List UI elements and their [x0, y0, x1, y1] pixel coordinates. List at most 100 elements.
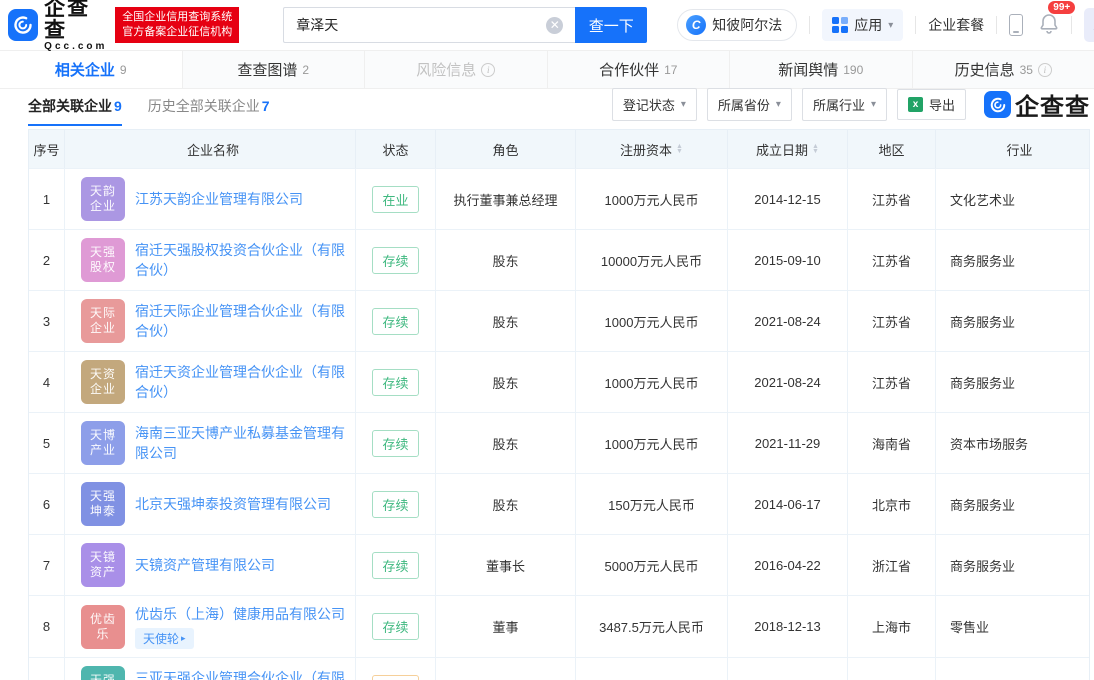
divider: [996, 16, 998, 34]
subtab-history-related[interactable]: 历史全部关联企业 7: [148, 89, 270, 126]
export-button[interactable]: x 导出: [896, 89, 966, 120]
top-header: 企查查 Qcc.com 全国企业信用查询系统 官方备案企业征信机构 ✕ 查一下 …: [0, 0, 1094, 52]
col-header-capital[interactable]: 注册资本 ▲ ▼: [576, 130, 728, 168]
tab-count: 17: [664, 62, 678, 77]
status-badge: 存续: [372, 307, 419, 335]
region-cell: 江苏省: [848, 230, 936, 290]
tab-related-companies[interactable]: 相关企业 9: [0, 51, 183, 88]
qcc-logo[interactable]: 企查查 Qcc.com: [8, 0, 109, 52]
search-box: ✕ 查一下: [283, 7, 648, 43]
tab-label: 合作伙伴: [599, 62, 660, 79]
svip-badge[interactable]: ♛SVIP 会员服务: [1084, 8, 1094, 42]
capital-cell: 1000万元人民币: [576, 352, 728, 412]
mobile-app-icon[interactable]: [1009, 14, 1024, 36]
qcc-watermark-text: 企查查: [1015, 94, 1090, 121]
filter-industry[interactable]: 所属行业 ▾: [801, 88, 887, 121]
clear-icon[interactable]: ✕: [546, 16, 564, 34]
notifications-button[interactable]: 99+: [1039, 0, 1077, 39]
industry-cell: 商务服务业: [950, 558, 1016, 574]
tab-news[interactable]: 新闻舆情 190: [730, 51, 913, 88]
company-cell: 天强企业 三亚天强企业管理合伙企业（有限合伙）: [65, 658, 356, 680]
region-cell: 江苏省: [848, 291, 936, 351]
table-row: 2 天强 股权 宿迁天强股权投资合伙企业（有限合伙） 存续 股东 10000万元人…: [29, 229, 1089, 290]
col-header-date[interactable]: 成立日期 ▲ ▼: [728, 130, 848, 168]
capital-cell: 10000万元人民币: [576, 230, 728, 290]
date-cell: 2014-06-17: [728, 474, 848, 534]
filter-row: 全部关联企业 9 历史全部关联企业 7 登记状态 ▾ 所属省份 ▾ 所属行业 ▾…: [0, 88, 1094, 126]
search-button[interactable]: 查一下: [575, 7, 648, 43]
filter-province[interactable]: 所属省份 ▾: [706, 88, 792, 121]
enterprise-package-link[interactable]: 企业套餐: [928, 15, 984, 35]
tab-count: 2: [302, 62, 310, 77]
company-avatar: 天韵 企业: [81, 177, 125, 221]
main-tabbar: 相关企业 9 查查图谱 2 风险信息 i 合作伙伴 17 新闻舆情 190 历史…: [0, 50, 1094, 89]
sort-icon[interactable]: ▲ ▼: [812, 143, 819, 155]
tab-chacha-graph[interactable]: 查查图谱 2: [183, 51, 365, 88]
company-name-link[interactable]: 优齿乐（上海）健康用品有限公司: [135, 604, 345, 624]
status-cell: 注销: [356, 658, 436, 680]
status-cell: 存续: [356, 413, 436, 473]
zhibi-alpha-icon: C: [686, 15, 707, 35]
funding-round-tag[interactable]: 天使轮 ▸: [135, 628, 194, 649]
qcc-logo-text: 企查查 Qcc.com: [44, 0, 109, 52]
tab-risk-info[interactable]: 风险信息 i: [365, 51, 548, 88]
tab-history-info[interactable]: 历史信息 35 i: [913, 51, 1094, 88]
company-name-link[interactable]: 天镜资产管理有限公司: [135, 555, 275, 575]
capital-cell: 10000万元人民币: [576, 658, 728, 680]
table-row: 3 天际 企业 宿迁天际企业管理合伙企业（有限合伙） 存续 股东 1000万元人民…: [29, 290, 1089, 351]
sort-icon[interactable]: ▲ ▼: [676, 143, 683, 155]
status-cell: 存续: [356, 352, 436, 412]
date-cell: 2018-12-13: [728, 596, 848, 657]
promo-line1: 全国企业信用查询系统: [122, 11, 233, 23]
status-badge: 存续: [372, 613, 419, 640]
company-name-link[interactable]: 三亚天强企业管理合伙企业（有限合伙）: [135, 668, 345, 680]
company-name-link[interactable]: 宿迁天际企业管理合伙企业（有限合伙）: [135, 301, 345, 341]
status-badge: 注销: [372, 674, 419, 680]
tab-label: 历史信息: [954, 62, 1015, 79]
company-name-link[interactable]: 宿迁天资企业管理合伙企业（有限合伙）: [135, 362, 345, 402]
table-row: 1 天韵 企业 江苏天韵企业管理有限公司 在业 执行董事兼总经理 1000万元人民…: [29, 168, 1089, 229]
zhibi-alpha-button[interactable]: C 知彼阿尔法: [677, 9, 798, 41]
col-header-name: 企业名称: [65, 130, 356, 168]
company-name-link[interactable]: 江苏天韵企业管理有限公司: [135, 189, 303, 209]
col-header-industry: 行业: [1006, 142, 1033, 158]
role-cell: 股东: [436, 413, 576, 473]
filter-registration-status[interactable]: 登记状态 ▾: [611, 88, 697, 121]
status-badge: 存续: [372, 490, 419, 518]
company-name-link[interactable]: 宿迁天强股权投资合伙企业（有限合伙）: [135, 240, 345, 280]
status-cell: 存续: [356, 596, 436, 657]
apps-menu[interactable]: 应用 ▾: [822, 9, 904, 41]
table-row: 6 天强 坤泰 北京天强坤泰投资管理有限公司 存续 股东 150万元人民币 201…: [29, 473, 1089, 534]
row-index: 3: [29, 291, 65, 351]
industry-cell: 商务服务业: [936, 658, 1089, 680]
col-header-region: 地区: [848, 130, 936, 168]
subtab-all-related[interactable]: 全部关联企业 9: [28, 89, 122, 126]
row-index: 7: [29, 535, 65, 595]
industry-cell: 商务服务业: [950, 253, 1016, 269]
table-row: 9 天强企业 三亚天强企业管理合伙企业（有限合伙） 注销 股东 10000万元人…: [29, 657, 1089, 680]
col-header-role: 角色: [436, 130, 576, 168]
promo-badge: 全国企业信用查询系统 官方备案企业征信机构: [115, 7, 240, 43]
company-name-link[interactable]: 海南三亚天博产业私募基金管理有限公司: [135, 423, 345, 463]
company-name-link[interactable]: 北京天强坤泰投资管理有限公司: [135, 494, 331, 514]
divider: [1071, 16, 1073, 34]
grid-icon: [832, 17, 849, 33]
industry-cell: 商务服务业: [950, 314, 1016, 330]
region-cell: 浙江省: [848, 535, 936, 595]
search-input[interactable]: [283, 7, 576, 43]
table-header: 序号 企业名称 状态 角色 注册资本 ▲ ▼ 成立日期 ▲ ▼ 地区 行业: [29, 130, 1089, 168]
col-header-status: 状态: [356, 130, 436, 168]
status-badge: 存续: [372, 551, 419, 579]
tag-arrow-icon: ▸: [181, 633, 186, 643]
chevron-down-icon: ▾: [888, 19, 894, 31]
date-cell: 2014-12-15: [728, 169, 848, 229]
subtab-label: 历史全部关联企业: [147, 97, 260, 114]
related-companies-table: 序号 企业名称 状态 角色 注册资本 ▲ ▼ 成立日期 ▲ ▼ 地区 行业 1 天韵…: [28, 129, 1090, 680]
company-avatar: 天镜 资产: [81, 543, 125, 587]
tab-partners[interactable]: 合作伙伴 17: [548, 51, 730, 88]
col-header-seq: 序号: [29, 130, 65, 168]
subtabs: 全部关联企业 9 历史全部关联企业 7: [28, 89, 270, 126]
subtab-count: 7: [261, 97, 270, 114]
info-icon: i: [1037, 62, 1052, 77]
tab-label: 风险信息: [416, 62, 477, 79]
